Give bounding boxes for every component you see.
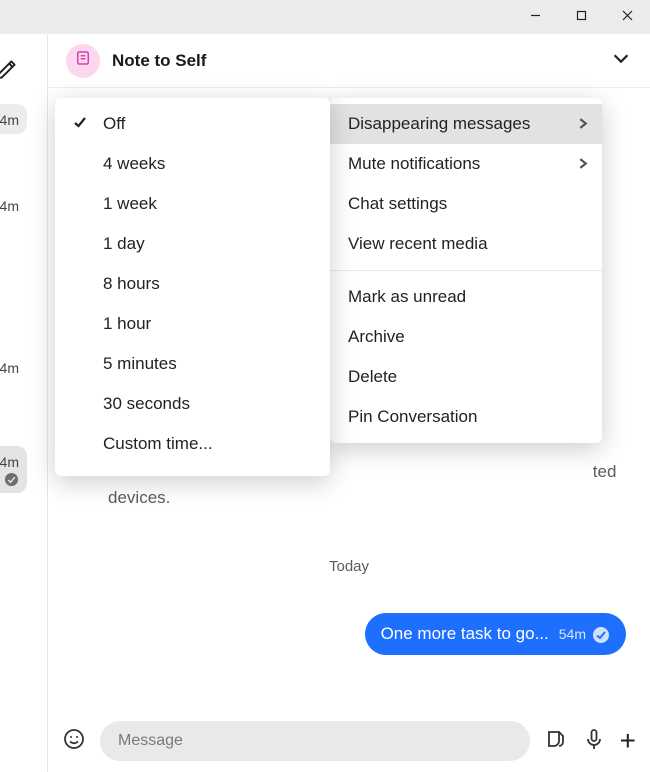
- check-icon: [73, 114, 87, 134]
- context-menu: Disappearing messages Mute notifications…: [330, 98, 602, 443]
- menu-view-recent-media[interactable]: View recent media: [330, 224, 602, 264]
- compose-icon[interactable]: [0, 56, 22, 84]
- chat-title[interactable]: Note to Self: [112, 51, 206, 71]
- submenu-option-4-weeks[interactable]: 4 weeks: [55, 144, 330, 184]
- message-text: One more task to go...: [381, 624, 549, 644]
- attach-button[interactable]: +: [620, 727, 636, 755]
- app-frame: 4m 4m 4m 4m Note to Self: [0, 34, 650, 772]
- menu-item-label: Mute notifications: [348, 154, 480, 174]
- menu-pin-conversation[interactable]: Pin Conversation: [330, 397, 602, 437]
- sticker-button[interactable]: [544, 727, 568, 756]
- emoji-button[interactable]: [62, 727, 86, 756]
- header-action-icon[interactable]: [610, 47, 632, 74]
- chevron-right-icon: [577, 154, 588, 174]
- submenu-option-label: 1 hour: [103, 314, 151, 333]
- submenu-option-8-hours[interactable]: 8 hours: [55, 264, 330, 304]
- menu-item-label: Chat settings: [348, 194, 447, 214]
- submenu-option-label: Custom time...: [103, 434, 213, 453]
- list-item[interactable]: 4m: [0, 104, 27, 134]
- list-item-time: 4m: [0, 198, 19, 214]
- submenu-option-1-hour[interactable]: 1 hour: [55, 304, 330, 344]
- minimize-button[interactable]: [512, 0, 558, 30]
- menu-mute-notifications[interactable]: Mute notifications: [330, 144, 602, 184]
- chat-list-rail: 4m 4m 4m 4m: [0, 34, 48, 772]
- message-input[interactable]: Message: [100, 721, 530, 761]
- submenu-option-custom-time[interactable]: Custom time...: [55, 424, 330, 464]
- message-bubble[interactable]: One more task to go... 54m: [365, 613, 626, 655]
- submenu-option-label: 1 day: [103, 234, 145, 253]
- menu-item-label: Delete: [348, 367, 397, 387]
- title-bar: [0, 0, 650, 34]
- menu-mark-unread[interactable]: Mark as unread: [330, 277, 602, 317]
- chevron-right-icon: [577, 114, 588, 134]
- submenu-option-label: Off: [103, 114, 125, 133]
- menu-disappearing-messages[interactable]: Disappearing messages: [330, 104, 602, 144]
- submenu-option-label: 8 hours: [103, 274, 160, 293]
- disappearing-submenu: Off 4 weeks 1 week 1 day 8 hours 1 hour …: [55, 98, 330, 476]
- voice-button[interactable]: [582, 727, 606, 756]
- list-item-time: 4m: [0, 360, 19, 376]
- menu-separator: [330, 270, 602, 271]
- submenu-option-label: 4 weeks: [103, 154, 165, 173]
- list-item[interactable]: 4m: [0, 190, 27, 220]
- menu-item-label: Disappearing messages: [348, 114, 530, 134]
- list-item[interactable]: 4m: [0, 352, 27, 382]
- submenu-option-label: 5 minutes: [103, 354, 177, 373]
- close-button[interactable]: [604, 0, 650, 30]
- submenu-option-5-minutes[interactable]: 5 minutes: [55, 344, 330, 384]
- submenu-option-30-seconds[interactable]: 30 seconds: [55, 384, 330, 424]
- submenu-option-off[interactable]: Off: [55, 104, 330, 144]
- message-time: 54m: [559, 626, 586, 642]
- maximize-button[interactable]: [558, 0, 604, 30]
- menu-chat-settings[interactable]: Chat settings: [330, 184, 602, 224]
- menu-delete[interactable]: Delete: [330, 357, 602, 397]
- date-separator: Today: [48, 558, 650, 575]
- menu-item-label: Archive: [348, 327, 405, 347]
- submenu-option-1-week[interactable]: 1 week: [55, 184, 330, 224]
- chat-header: Note to Self: [48, 34, 650, 88]
- list-item-selected[interactable]: 4m: [0, 446, 27, 493]
- note-icon: [74, 49, 92, 72]
- message-placeholder: Message: [118, 732, 183, 750]
- submenu-option-label: 30 seconds: [103, 394, 190, 413]
- list-item-empty: 4m: [0, 112, 19, 128]
- menu-archive[interactable]: Archive: [330, 317, 602, 357]
- submenu-option-label: 1 week: [103, 194, 157, 213]
- list-item-time: 4m: [0, 454, 19, 470]
- composer: Message +: [48, 710, 650, 772]
- submenu-option-1-day[interactable]: 1 day: [55, 224, 330, 264]
- menu-item-label: Pin Conversation: [348, 407, 477, 427]
- delivered-icon: [592, 624, 610, 644]
- read-check-icon: [4, 470, 19, 487]
- menu-item-label: Mark as unread: [348, 287, 466, 307]
- menu-item-label: View recent media: [348, 234, 488, 254]
- avatar[interactable]: [66, 44, 100, 78]
